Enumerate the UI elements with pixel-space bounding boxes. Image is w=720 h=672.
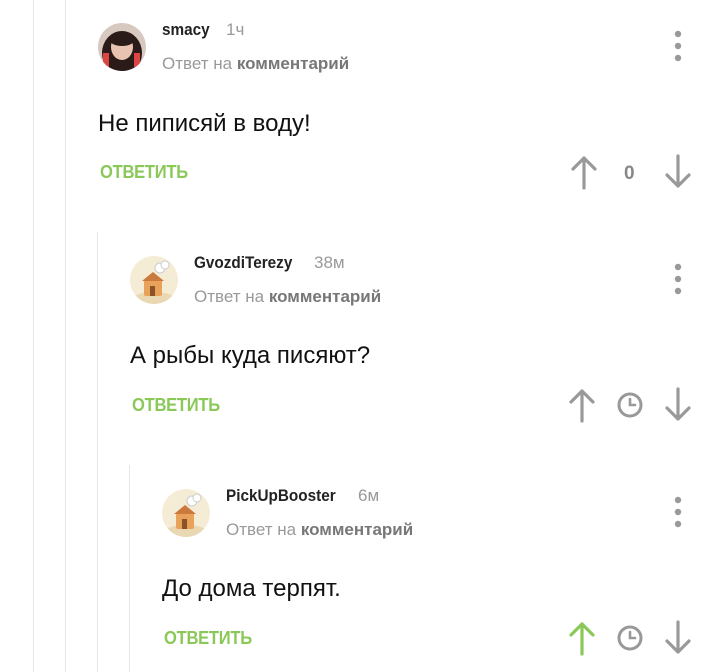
- reply-to-prefix: Ответ на: [226, 520, 297, 539]
- comment-text: До дома терпят.: [162, 575, 341, 602]
- reply-button[interactable]: ОТВЕТИТЬ: [164, 628, 252, 649]
- reply-to-line: Ответ на комментарий: [226, 520, 413, 540]
- comment: PickUpBooster 6м Ответ на комментарий До…: [0, 0, 720, 672]
- downvote-icon[interactable]: [663, 620, 693, 656]
- more-options-icon[interactable]: [672, 495, 684, 529]
- author-name[interactable]: PickUpBooster: [226, 486, 336, 506]
- avatar[interactable]: [162, 489, 210, 537]
- clock-icon: [617, 625, 643, 651]
- reply-to-link[interactable]: комментарий: [301, 520, 413, 539]
- upvote-icon[interactable]: [567, 620, 597, 656]
- comment-time: 6м: [358, 486, 380, 505]
